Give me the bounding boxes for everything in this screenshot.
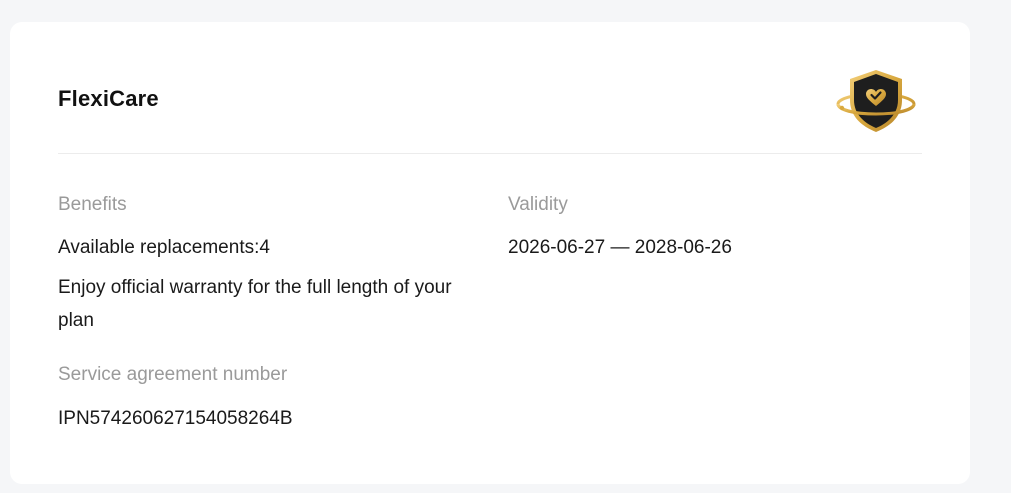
plan-title: FlexiCare	[58, 86, 159, 111]
plan-card: FlexiCare Benefits Available replacement…	[10, 22, 970, 484]
validity-label: Validity	[508, 194, 568, 215]
benefit-item: Available replacements:4	[58, 237, 270, 258]
validity-value: 2026-06-27 — 2028-06-26	[508, 237, 732, 258]
agreement-label: Service agreement number	[58, 364, 288, 385]
benefits-label: Benefits	[58, 194, 127, 215]
shield-heart-icon	[834, 66, 918, 136]
agreement-number: IPN574260627154058264B	[58, 408, 293, 429]
plan-header: FlexiCare	[58, 22, 922, 154]
benefit-item: Enjoy official warranty for the full len…	[58, 277, 452, 331]
